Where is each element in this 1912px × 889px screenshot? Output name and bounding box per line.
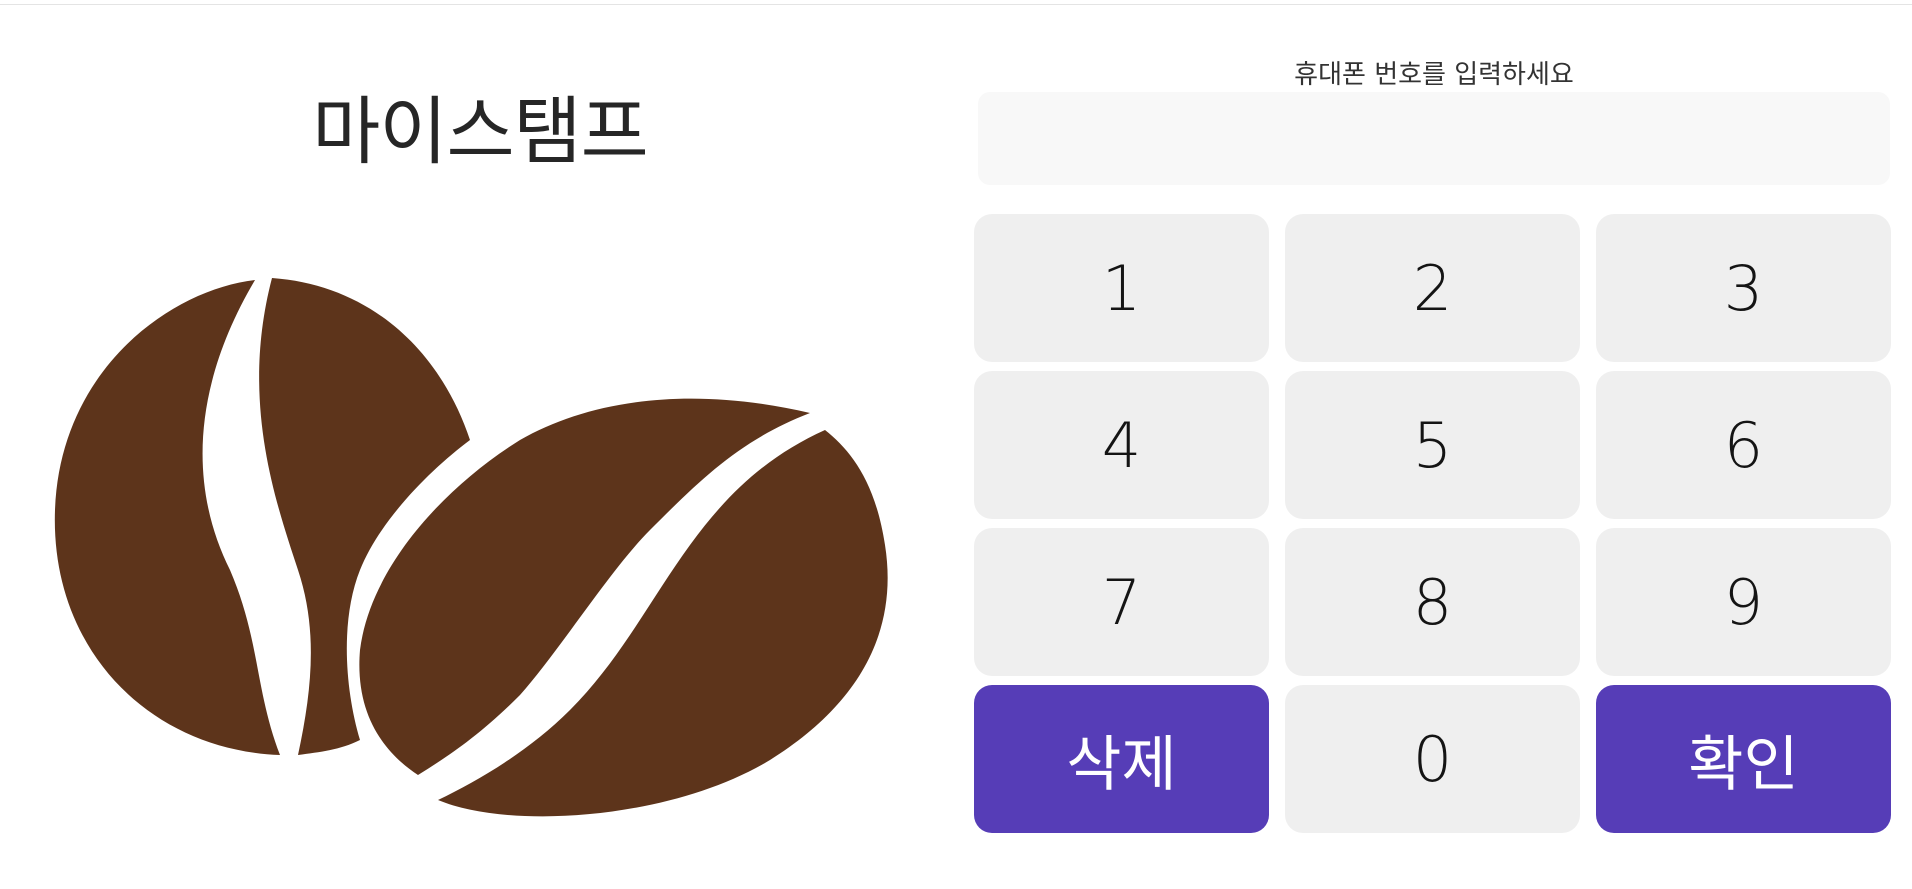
key-5[interactable]: 5	[1285, 371, 1580, 519]
brand-title: 마이스탬프	[312, 89, 648, 175]
key-0[interactable]: 0	[1285, 685, 1580, 833]
key-6[interactable]: 6	[1596, 371, 1891, 519]
key-4[interactable]: 4	[974, 371, 1269, 519]
confirm-button[interactable]: 확인	[1596, 685, 1891, 833]
phone-prompt-label: 휴대폰 번호를 입력하세요	[1294, 60, 1574, 90]
top-divider	[0, 0, 1912, 5]
key-9[interactable]: 9	[1596, 528, 1891, 676]
key-7[interactable]: 7	[974, 528, 1269, 676]
delete-button[interactable]: 삭제	[974, 685, 1269, 833]
left-bean-half-a	[54, 280, 280, 755]
key-1[interactable]: 1	[974, 214, 1269, 362]
key-2[interactable]: 2	[1285, 214, 1580, 362]
key-8[interactable]: 8	[1285, 528, 1580, 676]
coffee-beans-icon	[54, 278, 888, 817]
numeric-keypad: 1 2 3 4 5 6 7 8 9 삭제 0 확인	[974, 214, 1894, 833]
phone-number-display[interactable]	[978, 92, 1890, 185]
key-3[interactable]: 3	[1596, 214, 1891, 362]
